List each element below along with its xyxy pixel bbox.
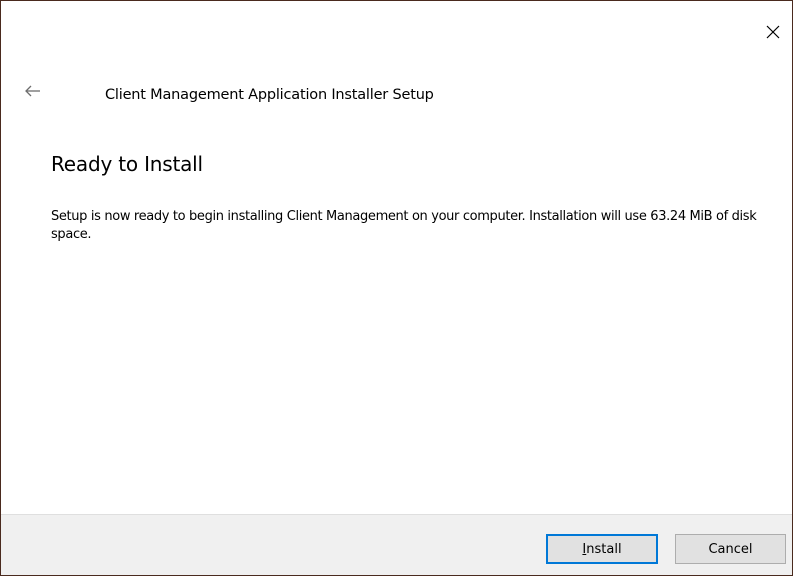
close-icon [766,25,780,39]
install-label: nstall [586,541,622,557]
close-button[interactable] [760,19,786,45]
button-bar: Install Cancel [1,514,792,575]
back-button[interactable] [21,81,45,101]
install-button[interactable]: Install [546,534,658,564]
back-arrow-icon [25,85,40,97]
cancel-label: Cancel [708,541,753,557]
page-description: Setup is now ready to begin installing C… [51,209,757,242]
window-title: Client Management Application Installer … [105,87,434,103]
page-heading: Ready to Install [51,152,203,176]
installer-window: Client Management Application Installer … [0,0,793,576]
cancel-button[interactable]: Cancel [675,534,786,564]
